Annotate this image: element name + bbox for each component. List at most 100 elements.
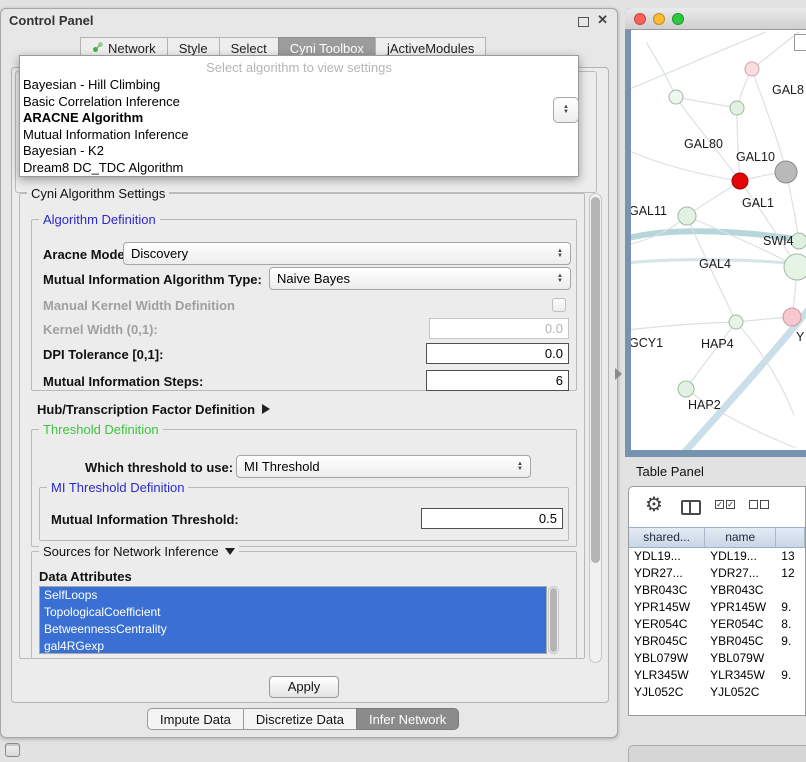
- attribute-item-betweennesscentrality[interactable]: BetweennessCentrality: [40, 621, 546, 638]
- attributes-list-scrollbar[interactable]: [548, 586, 559, 654]
- gear-icon[interactable]: ⚙: [645, 492, 663, 517]
- dpi-tolerance-label: DPI Tolerance [0,1]:: [43, 347, 163, 362]
- network-toolbar-field[interactable]: [794, 34, 806, 51]
- table-row[interactable]: YBR045CYBR045C9.: [629, 633, 805, 650]
- mi-threshold-field[interactable]: 0.5: [421, 508, 563, 529]
- table-row[interactable]: YPR145WYPR145W9.: [629, 599, 805, 616]
- network-edge: [631, 150, 740, 181]
- bottom-tab-discretize-data[interactable]: Discretize Data: [243, 708, 357, 730]
- bottom-tab-bar: Impute DataDiscretize DataInfer Network: [147, 708, 459, 730]
- kernel-width-field: 0.0: [429, 318, 569, 339]
- expand-right-icon: [262, 404, 270, 414]
- network-canvas[interactable]: GAL8GAL80GAL10GAL11GAL1SWI4GAL4GCY1HAP4Y…: [631, 30, 806, 450]
- network-node-label: HAP2: [688, 398, 721, 412]
- table-row[interactable]: YDL19...YDL19...13: [629, 548, 805, 565]
- mi-type-value: Naive Bayes: [277, 271, 350, 286]
- aracne-mode-combo[interactable]: Discovery ▲▼: [123, 242, 571, 265]
- aracne-mode-value: Discovery: [131, 246, 188, 261]
- window-title: Control Panel: [9, 13, 94, 28]
- network-window: GAL8GAL80GAL10GAL11GAL1SWI4GAL4GCY1HAP4Y…: [625, 8, 806, 457]
- network-node[interactable]: [775, 161, 797, 183]
- network-edge: [686, 322, 736, 389]
- mi-threshold-label: Mutual Information Threshold:: [51, 512, 239, 527]
- cyni-algorithm-settings-legend: Cyni Algorithm Settings: [27, 186, 169, 201]
- network-node[interactable]: [678, 381, 694, 397]
- panel-splitter-handle[interactable]: [615, 368, 622, 380]
- attribute-item-topologicalcoefficient[interactable]: TopologicalCoefficient: [40, 604, 546, 621]
- mi-steps-field[interactable]: 6: [426, 370, 569, 391]
- network-node[interactable]: [729, 315, 743, 329]
- manual-kernel-label: Manual Kernel Width Definition: [43, 298, 235, 313]
- algorithm-option-dream8-dc-tdc-algorithm[interactable]: Dream8 DC_TDC Algorithm: [20, 160, 578, 177]
- attribute-item-gal4rgexp[interactable]: gal4RGexp: [40, 638, 546, 654]
- network-node-label: GCY1: [631, 336, 663, 350]
- apply-button[interactable]: Apply: [269, 676, 339, 698]
- sources-legend[interactable]: Sources for Network Inference: [39, 544, 239, 559]
- data-attributes-label: Data Attributes: [39, 569, 132, 584]
- combo-stepper-icon: ▲▼: [517, 462, 523, 472]
- algorithm-selector-combo-fragment[interactable]: ▲▼: [553, 97, 579, 123]
- which-threshold-combo[interactable]: MI Threshold ▲▼: [236, 455, 531, 478]
- combo-stepper-icon: ▲▼: [563, 105, 569, 115]
- table-column-header-0[interactable]: shared...: [629, 528, 705, 547]
- network-node[interactable]: [745, 62, 759, 76]
- table-row[interactable]: YBR043CYBR043C: [629, 582, 805, 599]
- table-row[interactable]: YDR27...YDR27...12: [629, 565, 805, 582]
- settings-scrollbar[interactable]: [589, 193, 602, 663]
- network-node-label: GAL4: [699, 257, 731, 271]
- algorithm-option-basic-correlation-inference[interactable]: Basic Correlation Inference: [20, 94, 578, 111]
- algorithm-option-bayesian-hill-climbing[interactable]: Bayesian - Hill Climbing: [20, 77, 578, 94]
- minimize-traffic-light[interactable]: [653, 13, 665, 25]
- network-node[interactable]: [784, 254, 806, 280]
- network-node-label: GAL10: [736, 150, 775, 164]
- network-node[interactable]: [669, 90, 683, 104]
- table-panel-title: Table Panel: [636, 464, 704, 479]
- table-row[interactable]: YJL052CYJL052C: [629, 684, 805, 701]
- mi-threshold-legend: MI Threshold Definition: [47, 480, 188, 495]
- network-edge: [683, 304, 806, 450]
- network-node-label: SWI4: [763, 234, 794, 248]
- algorithm-definition-legend: Algorithm Definition: [39, 212, 160, 227]
- bottom-tab-impute-data[interactable]: Impute Data: [147, 708, 244, 730]
- network-node-label: GAL11: [631, 204, 667, 218]
- minimized-window-icon[interactable]: [5, 743, 20, 757]
- algorithm-option-mutual-information-inference[interactable]: Mutual Information Inference: [20, 127, 578, 144]
- dpi-tolerance-field[interactable]: 0.0: [426, 343, 569, 364]
- network-node[interactable]: [678, 207, 696, 225]
- network-canvas-svg[interactable]: GAL8GAL80GAL10GAL11GAL1SWI4GAL4GCY1HAP4Y…: [631, 30, 806, 450]
- algorithm-option-aracne-algorithm[interactable]: ARACNE Algorithm: [20, 110, 578, 127]
- mi-type-combo[interactable]: Naive Bayes ▲▼: [269, 267, 571, 290]
- network-edge: [737, 108, 740, 181]
- attribute-item-selfloops[interactable]: SelfLoops: [40, 587, 546, 604]
- network-edge: [752, 32, 799, 69]
- threshold-definition-legend: Threshold Definition: [39, 422, 163, 437]
- columns-icon[interactable]: [681, 500, 701, 515]
- table-column-header-1[interactable]: name: [705, 528, 776, 547]
- deselect-all-columns-icon[interactable]: [749, 500, 769, 509]
- table-row[interactable]: YLR345WYLR345W9.: [629, 667, 805, 684]
- bottom-tab-infer-network[interactable]: Infer Network: [356, 708, 459, 730]
- network-node[interactable]: [783, 308, 801, 326]
- which-threshold-value: MI Threshold: [244, 459, 320, 474]
- close-window-icon[interactable]: ✕: [597, 12, 608, 28]
- table-row[interactable]: YER054CYER054C8.: [629, 616, 805, 633]
- float-window-icon[interactable]: [578, 17, 589, 27]
- network-node-label: HAP4: [701, 337, 734, 351]
- which-threshold-label: Which threshold to use:: [85, 460, 233, 475]
- select-all-columns-icon[interactable]: ✓✓: [715, 500, 735, 509]
- table-row[interactable]: YBL079WYBL079W: [629, 650, 805, 667]
- network-edge: [631, 322, 736, 330]
- hub-definition-toggle[interactable]: Hub/Transcription Factor Definition: [37, 402, 270, 417]
- network-edge: [676, 97, 737, 108]
- network-edge: [646, 42, 676, 97]
- table-column-header-2[interactable]: [776, 528, 805, 547]
- network-node-label: GAL80: [684, 137, 723, 151]
- close-traffic-light[interactable]: [634, 13, 646, 25]
- table-header: shared...name: [629, 527, 805, 548]
- algorithm-option-bayesian-k2[interactable]: Bayesian - K2: [20, 143, 578, 160]
- network-node[interactable]: [732, 173, 748, 189]
- network-node[interactable]: [730, 101, 744, 115]
- zoom-traffic-light[interactable]: [672, 13, 684, 25]
- table-rows: YDL19...YDL19...13YDR27...YDR27...12YBR0…: [629, 548, 805, 715]
- network-edge: [740, 181, 797, 267]
